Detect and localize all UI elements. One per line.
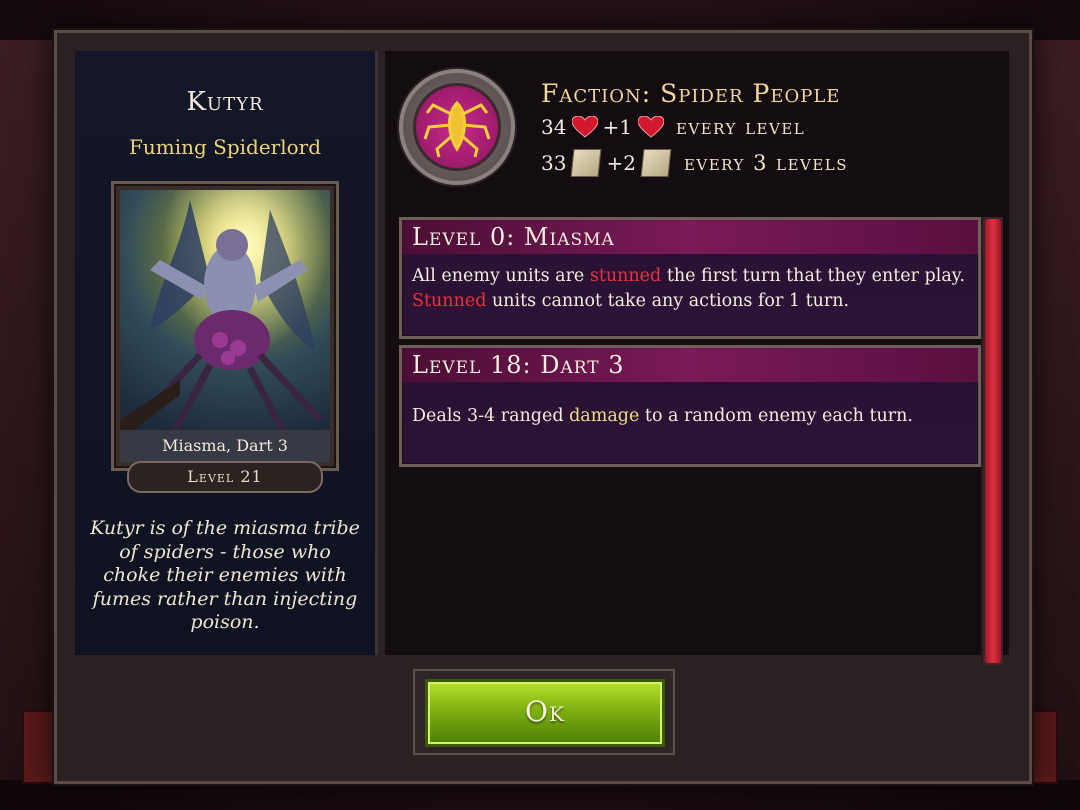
background-left-panel xyxy=(0,40,56,780)
abilities-list: Level 0: Miasma All enemy units are stun… xyxy=(399,217,981,651)
ability-card: Level 18: Dart 3 Deals 3-4 ranged damage… xyxy=(399,345,981,467)
hero-lore-text: Kutyr is of the miasma tribe of spiders … xyxy=(90,517,360,633)
abilities-scrollbar[interactable] xyxy=(981,217,1003,665)
hero-portrait xyxy=(120,190,330,460)
power-gain: +2 xyxy=(606,151,636,175)
ability-text: All enemy units are xyxy=(412,266,590,286)
keyword-damage: damage xyxy=(569,406,640,426)
ability-description: All enemy units are stunned the first tu… xyxy=(402,254,978,314)
faction-emblem xyxy=(399,69,515,185)
ability-text: Deals 3-4 ranged xyxy=(412,406,570,426)
hero-card: Miasma, Dart 3 xyxy=(111,181,339,471)
scroll-icon xyxy=(570,149,602,177)
heart-icon xyxy=(571,115,599,138)
spider-icon xyxy=(423,100,491,158)
health-stat-row: 34 +1 every level xyxy=(541,115,805,139)
scroll-icon xyxy=(640,149,672,177)
ability-text: to a random enemy each turn. xyxy=(639,406,913,426)
ability-title: Level 0: Miasma xyxy=(402,220,978,254)
scrollbar-thumb[interactable] xyxy=(985,219,1001,663)
ability-title: Level 18: Dart 3 xyxy=(402,348,978,382)
hero-details-pane: Faction: Spider People 34 +1 every level… xyxy=(385,51,1009,665)
ability-card: Level 0: Miasma All enemy units are stun… xyxy=(399,217,981,339)
hero-summary-pane: Kutyr Fuming Spiderlord Miasma, Dart 3 L… xyxy=(75,51,378,655)
background-right-panel xyxy=(1024,40,1080,780)
hero-level-badge: Level 21 xyxy=(127,461,323,493)
ability-text: units cannot take any actions for 1 turn… xyxy=(486,291,850,311)
health-frequency: every level xyxy=(675,115,806,139)
ok-button[interactable]: Ok xyxy=(425,679,665,747)
power-stat-row: 33 +2 every 3 levels xyxy=(541,149,848,177)
faction-emblem-inner xyxy=(413,83,501,171)
ability-description: Deals 3-4 ranged damage to a random enem… xyxy=(402,382,978,429)
hero-info-dialog: Kutyr Fuming Spiderlord Miasma, Dart 3 L… xyxy=(54,30,1032,784)
card-abilities-caption: Miasma, Dart 3 xyxy=(120,430,330,462)
heart-icon xyxy=(637,115,665,138)
faction-label: Faction: Spider People xyxy=(541,79,841,108)
health-base: 34 xyxy=(541,115,567,139)
power-base: 33 xyxy=(541,151,567,175)
hero-title: Fuming Spiderlord xyxy=(128,135,322,159)
ok-button-frame: Ok xyxy=(413,669,675,755)
keyword-stunned: stunned xyxy=(589,266,662,286)
health-gain: +1 xyxy=(602,115,632,139)
hero-name: Kutyr xyxy=(186,87,264,117)
keyword-stunned: Stunned xyxy=(412,291,487,311)
ability-text: the first turn that they enter play. xyxy=(661,266,965,286)
power-frequency: every 3 levels xyxy=(683,151,849,175)
